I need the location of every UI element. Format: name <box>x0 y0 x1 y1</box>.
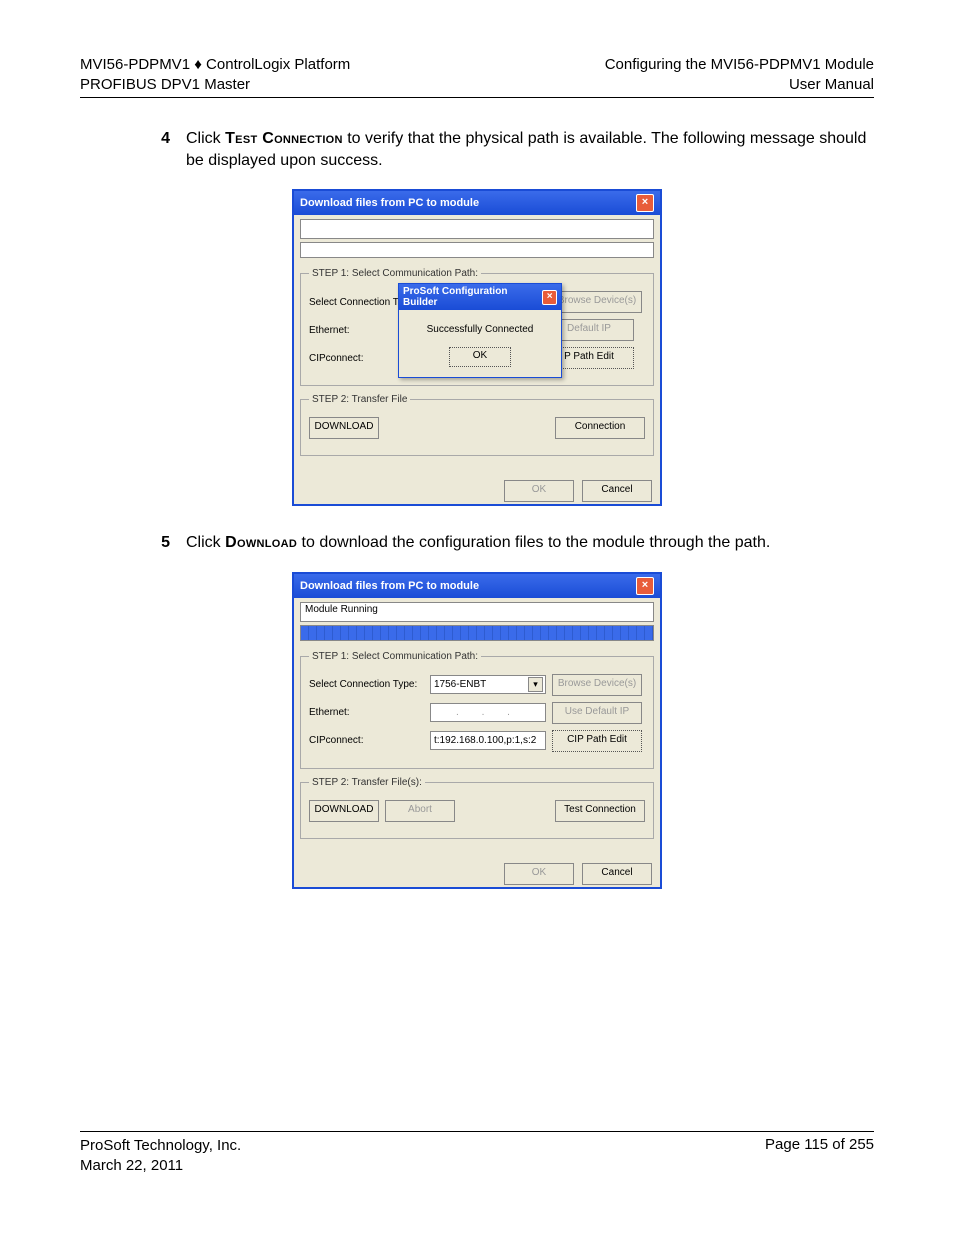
browse-devices-button[interactable]: Browse Device(s) <box>552 674 642 696</box>
step-5: 5 Click Download to download the configu… <box>140 532 874 554</box>
dialog-title: Download files from PC to module <box>300 580 479 592</box>
dialog-titlebar: Download files from PC to module × <box>294 191 660 215</box>
step-5-bold: Download <box>225 534 297 551</box>
close-icon[interactable]: × <box>636 194 654 212</box>
conn-type-value: 1756-ENBT <box>434 679 486 690</box>
step-5-pre: Click <box>186 534 225 551</box>
download-button[interactable]: DOWNLOAD <box>309 417 379 439</box>
abort-button[interactable]: Abort <box>385 800 455 822</box>
screenshot-1: Download files from PC to module × STEP … <box>292 189 662 506</box>
footer-page: Page 115 of 255 <box>765 1136 874 1175</box>
use-default-ip-button[interactable]: Use Default IP <box>552 702 642 724</box>
ok-button[interactable]: OK <box>504 480 574 502</box>
test-connection-button[interactable]: Test Connection <box>555 800 645 822</box>
group-step1: STEP 1: Select Communication Path: Selec… <box>300 651 654 769</box>
hdr-right-1: Configuring the MVI56-PDPMV1 Module <box>605 56 874 73</box>
dialog-titlebar: Download files from PC to module × <box>294 574 660 598</box>
test-connection-button[interactable]: Connection <box>555 417 645 439</box>
popup-success: ProSoft Configuration Builder × Successf… <box>398 283 562 378</box>
popup-message: Successfully Connected <box>405 324 555 335</box>
progress-bar <box>300 242 654 258</box>
page-footer: ProSoft Technology, Inc. March 22, 2011 … <box>80 1131 874 1175</box>
status-box <box>300 219 654 239</box>
conn-type-label: Select Connection Type: <box>309 679 424 690</box>
close-icon[interactable]: × <box>636 577 654 595</box>
popup-ok-button[interactable]: OK <box>449 347 511 367</box>
close-icon[interactable]: × <box>542 290 557 305</box>
popup-title: ProSoft Configuration Builder <box>403 286 542 308</box>
ok-button[interactable]: OK <box>504 863 574 885</box>
group-step2-legend: STEP 2: Transfer File <box>309 394 410 405</box>
conn-type-select[interactable]: 1756-ENBT <box>430 675 546 694</box>
step-4-num: 4 <box>140 128 186 171</box>
footer-date: March 22, 2011 <box>80 1157 183 1174</box>
hdr-left-1b: ControlLogix Platform <box>206 56 350 73</box>
page-header: MVI56-PDPMV1 ♦ ControlLogix Platform PRO… <box>80 55 874 98</box>
hdr-left-2: PROFIBUS DPV1 Master <box>80 76 250 93</box>
step-4-pre: Click <box>186 130 225 147</box>
browse-devices-button[interactable]: Browse Device(s) <box>552 291 642 313</box>
progress-bar <box>300 625 654 641</box>
group-step2: STEP 2: Transfer File DOWNLOAD Connectio… <box>300 394 654 456</box>
step-5-num: 5 <box>140 532 186 554</box>
cipconnect-field[interactable]: t:192.168.0.100,p:1,s:2 <box>430 731 546 750</box>
group-step1-legend: STEP 1: Select Communication Path: <box>309 651 481 662</box>
ethernet-label: Ethernet: <box>309 707 424 718</box>
footer-company: ProSoft Technology, Inc. <box>80 1137 241 1154</box>
group-step2-legend: STEP 2: Transfer File(s): <box>309 777 425 788</box>
step-4-bold: Test Connection <box>225 130 343 147</box>
dialog-title: Download files from PC to module <box>300 197 479 209</box>
status-box: Module Running <box>300 602 654 622</box>
hdr-right-2: User Manual <box>789 76 874 93</box>
group-step1-legend: STEP 1: Select Communication Path: <box>309 268 481 279</box>
screenshot-2: Download files from PC to module × Modul… <box>292 572 662 889</box>
cipconnect-label: CIPconnect: <box>309 735 424 746</box>
step-5-post: to download the configuration files to t… <box>297 534 770 551</box>
hdr-sep: ♦ <box>190 56 206 73</box>
group-step2: STEP 2: Transfer File(s): DOWNLOAD Abort… <box>300 777 654 839</box>
cancel-button[interactable]: Cancel <box>582 480 652 502</box>
download-button[interactable]: DOWNLOAD <box>309 800 379 822</box>
ethernet-field[interactable]: . . . <box>430 703 546 722</box>
hdr-left-1a: MVI56-PDPMV1 <box>80 56 190 73</box>
cip-path-edit-button[interactable]: CIP Path Edit <box>552 730 642 752</box>
step-4: 4 Click Test Connection to verify that t… <box>140 128 874 171</box>
cancel-button[interactable]: Cancel <box>582 863 652 885</box>
